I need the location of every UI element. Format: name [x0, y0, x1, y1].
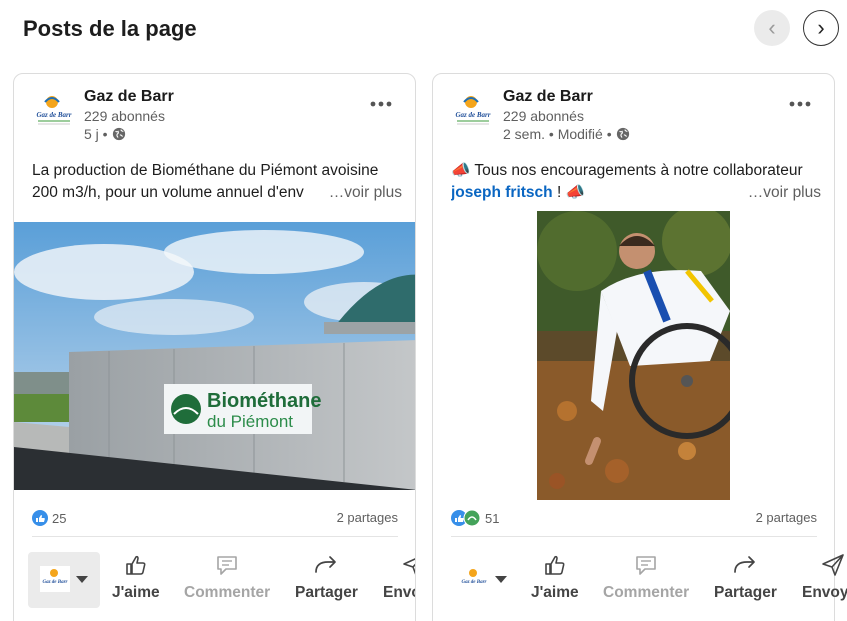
company-logo[interactable]: Gaz de Barr — [451, 92, 495, 132]
post-actions: Gaz de Barr J'aime Commenter Partager En… — [433, 544, 847, 614]
comment-label: Commenter — [184, 584, 271, 601]
next-button[interactable]: › — [803, 10, 839, 46]
mention-link[interactable]: joseph fritsch — [451, 184, 553, 201]
send-label: Envoyer — [383, 584, 415, 601]
svg-text:Gaz de Barr: Gaz de Barr — [36, 111, 71, 119]
chevron-left-icon: ‹ — [768, 15, 776, 40]
author-name[interactable]: Gaz de Barr — [503, 88, 593, 106]
like-label: J'aime — [112, 584, 160, 601]
globe-icon — [112, 127, 125, 141]
post-text-line: 200 m3/h, pour un volume annuel d'env …v… — [32, 182, 402, 204]
shares-count[interactable]: 2 partages — [756, 510, 817, 525]
post-time: 2 sem. • Modifié • — [503, 126, 612, 142]
post-text-fragment: 200 m3/h, pour un volume annuel d'env — [32, 184, 304, 201]
share-label: Partager — [295, 584, 358, 601]
post-author: Gaz de Barr Gaz de Barr 229 abonnés 2 se… — [451, 88, 821, 146]
page-title: Posts de la page — [23, 16, 197, 41]
comment-button[interactable]: Commenter — [184, 552, 270, 608]
send-button[interactable]: Envoyer — [802, 552, 847, 608]
post-card: Gaz de Barr Gaz de Barr 229 abonnés 5 j … — [13, 73, 416, 621]
comment-label: Commenter — [603, 584, 690, 601]
post-author: Gaz de Barr Gaz de Barr 229 abonnés 5 j … — [32, 88, 402, 146]
caret-down-icon — [495, 576, 507, 583]
like-button[interactable]: J'aime — [112, 552, 160, 608]
company-logo: Gaz de Barr — [40, 566, 70, 592]
post-image[interactable] — [537, 211, 730, 500]
send-button[interactable]: Envoyer — [383, 552, 415, 608]
divider — [451, 536, 817, 537]
post-time: 5 j • — [84, 126, 108, 142]
reactions-summary[interactable]: 25 — [32, 510, 66, 526]
comment-icon — [217, 556, 237, 575]
page-posts-header: Posts de la page ‹ › — [0, 0, 847, 60]
previous-button[interactable]: ‹ — [754, 10, 790, 46]
post-card: Gaz de Barr Gaz de Barr 229 abonnés 2 se… — [432, 73, 847, 621]
like-reaction-icon — [32, 510, 48, 526]
post-actions: Gaz de Barr J'aime Commenter Partager En… — [14, 544, 415, 614]
follower-count: 229 abonnés — [84, 108, 165, 124]
post-meta: 5 j • — [84, 126, 126, 142]
company-logo[interactable]: Gaz de Barr — [32, 92, 76, 132]
svg-text:Gaz de Barr: Gaz de Barr — [461, 580, 486, 585]
share-button[interactable]: Partager — [295, 552, 358, 608]
send-label: Envoyer — [802, 584, 847, 601]
post-text-suffix: ! 📣 — [552, 184, 585, 201]
post-text-line: joseph fritsch ! 📣 …voir plus — [451, 182, 821, 204]
image-caption-subtitle: du Piémont — [207, 412, 293, 431]
post-meta: 2 sem. • Modifié • — [503, 126, 630, 142]
post-text-line: 📣 Tous nos encouragements à notre collab… — [451, 162, 803, 179]
thumbs-up-icon — [126, 555, 146, 575]
divider — [32, 536, 398, 537]
more-options-icon[interactable] — [785, 94, 815, 114]
social-counts: 51 2 partages — [451, 510, 817, 530]
like-button[interactable]: J'aime — [531, 552, 579, 608]
share-label: Partager — [714, 584, 777, 601]
company-logo: Gaz de Barr — [459, 566, 489, 592]
reaction-count: 51 — [485, 510, 500, 526]
send-icon — [402, 557, 415, 576]
post-text: 📣 Tous nos encouragements à notre collab… — [451, 160, 821, 204]
see-more-link[interactable]: …voir plus — [748, 182, 821, 204]
share-arrow-icon — [315, 556, 337, 573]
follower-count: 229 abonnés — [503, 108, 584, 124]
chevron-right-icon: › — [817, 15, 825, 40]
reaction-icons — [451, 510, 481, 526]
post-text: La production de Biométhane du Piémont a… — [32, 160, 402, 204]
reactions-summary[interactable]: 51 — [451, 510, 499, 526]
post-as-selector[interactable]: Gaz de Barr — [28, 552, 100, 608]
reaction-count: 25 — [52, 510, 67, 526]
send-icon — [821, 554, 844, 576]
comment-button[interactable]: Commenter — [603, 552, 689, 608]
caret-down-icon — [76, 576, 88, 583]
see-more-link[interactable]: …voir plus — [329, 182, 402, 204]
like-label: J'aime — [531, 584, 579, 601]
post-image[interactable]: Biométhane du Piémont — [14, 222, 416, 490]
shares-count[interactable]: 2 partages — [337, 510, 398, 525]
more-options-icon[interactable] — [366, 94, 396, 114]
share-button[interactable]: Partager — [714, 552, 777, 608]
post-text-fragment: joseph fritsch ! 📣 — [451, 182, 585, 204]
thumbs-up-icon — [545, 555, 565, 575]
image-caption-title: Biométhane — [207, 390, 321, 412]
share-arrow-icon — [734, 556, 756, 573]
post-text-line: La production de Biométhane du Piémont a… — [32, 162, 379, 179]
globe-icon — [616, 127, 629, 141]
post-as-selector[interactable]: Gaz de Barr — [447, 552, 519, 608]
author-name[interactable]: Gaz de Barr — [84, 88, 174, 106]
comment-icon — [636, 556, 656, 575]
svg-text:Gaz de Barr: Gaz de Barr — [455, 111, 490, 119]
svg-text:Gaz de Barr: Gaz de Barr — [42, 580, 67, 585]
post-card-body: Gaz de Barr Gaz de Barr 229 abonnés 2 se… — [433, 74, 834, 621]
social-counts: 25 2 partages — [32, 510, 398, 530]
